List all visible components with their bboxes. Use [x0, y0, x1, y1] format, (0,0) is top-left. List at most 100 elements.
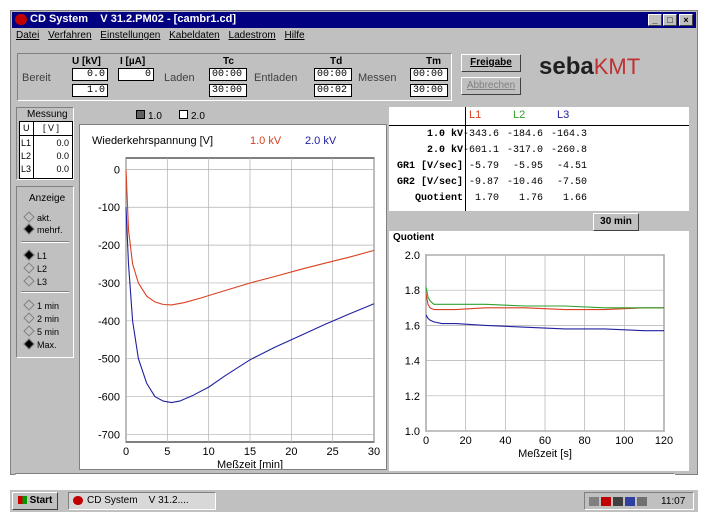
- menu-datei[interactable]: Datei: [16, 29, 39, 43]
- voltage-chart: 0 5 10 15 20 25 30 0 -100 -200 -300 -400 -500 -600 -70…: [98, 157, 380, 469]
- y-tick-label: 2.0: [405, 250, 420, 262]
- results-header-l3: L3: [557, 109, 570, 121]
- menu-einstellungen[interactable]: Einstellungen: [100, 29, 160, 43]
- radio-akt[interactable]: akt.: [23, 211, 52, 223]
- x-tick-label: 20: [285, 446, 297, 458]
- title-bar[interactable]: CD System V 31.2.PM02 - [cambr1.cd] _ □ …: [12, 12, 696, 28]
- radio-2min[interactable]: 2 min: [23, 312, 59, 324]
- radio-diamond-icon: [23, 223, 35, 235]
- results-row-label: 2.0 kV: [426, 145, 463, 156]
- radio-max-label: Max.: [37, 340, 57, 350]
- messung-table: U [ V ] L1 0.0 L2 0.0 L3 0.0: [19, 121, 73, 179]
- results-cell: -184.6: [506, 129, 543, 140]
- x-tick-label: 30: [368, 446, 380, 458]
- taskbar-app-button[interactable]: CD System V 31.2....: [68, 492, 216, 510]
- radio-max[interactable]: Max.: [23, 338, 57, 350]
- maximize-button[interactable]: □: [663, 14, 677, 26]
- results-cell: 1.76: [518, 193, 543, 204]
- messung-col-unit: [ V ]: [43, 123, 60, 133]
- tray-icon[interactable]: [625, 497, 635, 506]
- i-field: 0: [118, 68, 154, 81]
- abbrechen-button[interactable]: Abbrechen: [461, 77, 521, 95]
- x-axis-label: Meßzeit [min]: [217, 459, 283, 469]
- speaker-icon[interactable]: [637, 497, 647, 506]
- legend-1[interactable]: 1.0: [136, 110, 162, 122]
- taskbar: Start CD System V 31.2.... 11:07: [10, 489, 698, 512]
- logo-kmt: KMT: [593, 54, 641, 79]
- y-tick-label: -100: [98, 202, 120, 214]
- x-tick-label: 0: [423, 435, 429, 447]
- radio-l1[interactable]: L1: [23, 249, 47, 261]
- seba-kmt-logo: sebaKMT: [539, 53, 640, 81]
- legend-2-label: 2.0: [191, 111, 205, 122]
- radio-diamond-icon: [23, 338, 35, 350]
- x-tick-label: 100: [615, 435, 633, 447]
- messung-panel: Messung U [ V ] L1 0.0 L2 0.0 L3 0.0: [16, 107, 74, 180]
- legend-2[interactable]: 2.0: [179, 110, 205, 122]
- taskbar-app-label: CD System V 31.2....: [87, 495, 189, 506]
- tray-icon[interactable]: [589, 497, 599, 506]
- results-header-l1: L1: [469, 109, 482, 121]
- clock: 11:07: [661, 496, 686, 507]
- 30min-button[interactable]: 30 min: [593, 213, 639, 231]
- menu-hilfe[interactable]: Hilfe: [285, 29, 305, 43]
- results-header-l2: L2: [513, 109, 526, 121]
- results-cell: -10.46: [506, 177, 543, 188]
- results-row-label: GR1 [V/sec]: [396, 161, 463, 172]
- close-button[interactable]: ×: [679, 14, 693, 26]
- tc-field-1: 00:00: [209, 68, 247, 81]
- results-panel: L1 L2 L3 1.0 kV -343.6 -184.6 -164.3 2.0 kV -…: [389, 107, 689, 211]
- start-button[interactable]: Start: [12, 492, 58, 510]
- radio-diamond-icon: [23, 312, 35, 324]
- minimize-button[interactable]: _: [648, 14, 662, 26]
- start-label: Start: [29, 495, 53, 506]
- checkbox-filled-icon: [136, 110, 145, 119]
- u-label: U [kV]: [72, 56, 101, 67]
- i-label: I [µA]: [120, 56, 146, 67]
- td-field-2: 00:02: [314, 84, 352, 97]
- menu-kabeldaten[interactable]: Kabeldaten: [169, 29, 220, 43]
- results-cell: -601.1: [462, 145, 499, 156]
- tray-icon[interactable]: [613, 497, 623, 506]
- radio-5min[interactable]: 5 min: [23, 325, 59, 337]
- u-field-1: 0.0: [72, 68, 108, 81]
- results-cell: -317.0: [506, 145, 543, 156]
- x-tick-label: 20: [460, 435, 472, 447]
- menu-ladestrom[interactable]: Ladestrom: [229, 29, 276, 43]
- results-cell: -5.79: [468, 161, 499, 172]
- messung-row-label: L1: [21, 138, 32, 148]
- results-row-label: 1.0 kV: [426, 129, 463, 140]
- messung-row-value: 0.0: [56, 164, 69, 174]
- messung-row-value: 0.0: [56, 138, 69, 148]
- y-tick-label: -300: [98, 278, 120, 290]
- tray-icon[interactable]: [601, 497, 611, 506]
- radio-1min-label: 1 min: [37, 301, 60, 311]
- x-tick-label: 40: [499, 435, 511, 447]
- radio-l3[interactable]: L3: [23, 275, 47, 287]
- app-logo-icon: [73, 495, 83, 505]
- app-window: CD System V 31.2.PM02 - [cambr1.cd] _ □ …: [10, 10, 698, 475]
- y-tick-label: -500: [98, 354, 120, 366]
- bereit-label: Bereit: [22, 72, 51, 84]
- radio-1min[interactable]: 1 min: [23, 299, 60, 311]
- y-tick-label: 1.4: [405, 356, 420, 368]
- x-tick-label: 120: [655, 435, 673, 447]
- radio-l2[interactable]: L2: [23, 262, 47, 274]
- tm-field-1: 00:00: [410, 68, 448, 81]
- x-axis-label: Meßzeit [s]: [518, 448, 572, 460]
- entladen-label: Entladen: [254, 72, 298, 84]
- menu-verfahren[interactable]: Verfahren: [48, 29, 91, 43]
- y-tick-label: -200: [98, 240, 120, 252]
- quotient-chart: 0 20 40 60 80 100 120 1.0 1.2 1.4 1.6 1.8 2.0 Meßzeit…: [405, 250, 673, 460]
- voltage-chart-panel: Wiederkehrspannung [V] 1.0 kV 2.0 kV 051…: [79, 124, 387, 470]
- freigabe-button[interactable]: Freigabe: [461, 54, 521, 72]
- x-tick-label: 0: [123, 446, 129, 458]
- status-bar: [15, 473, 675, 475]
- results-row-label: GR2 [V/sec]: [396, 177, 463, 188]
- td-label: Td: [330, 56, 343, 67]
- x-tick-label: 25: [327, 446, 339, 458]
- messen-label: Messen: [358, 72, 397, 84]
- radio-akt-label: akt.: [37, 213, 52, 223]
- radio-mehrf[interactable]: mehrf.: [23, 223, 63, 235]
- radio-mehrf-label: mehrf.: [37, 225, 63, 235]
